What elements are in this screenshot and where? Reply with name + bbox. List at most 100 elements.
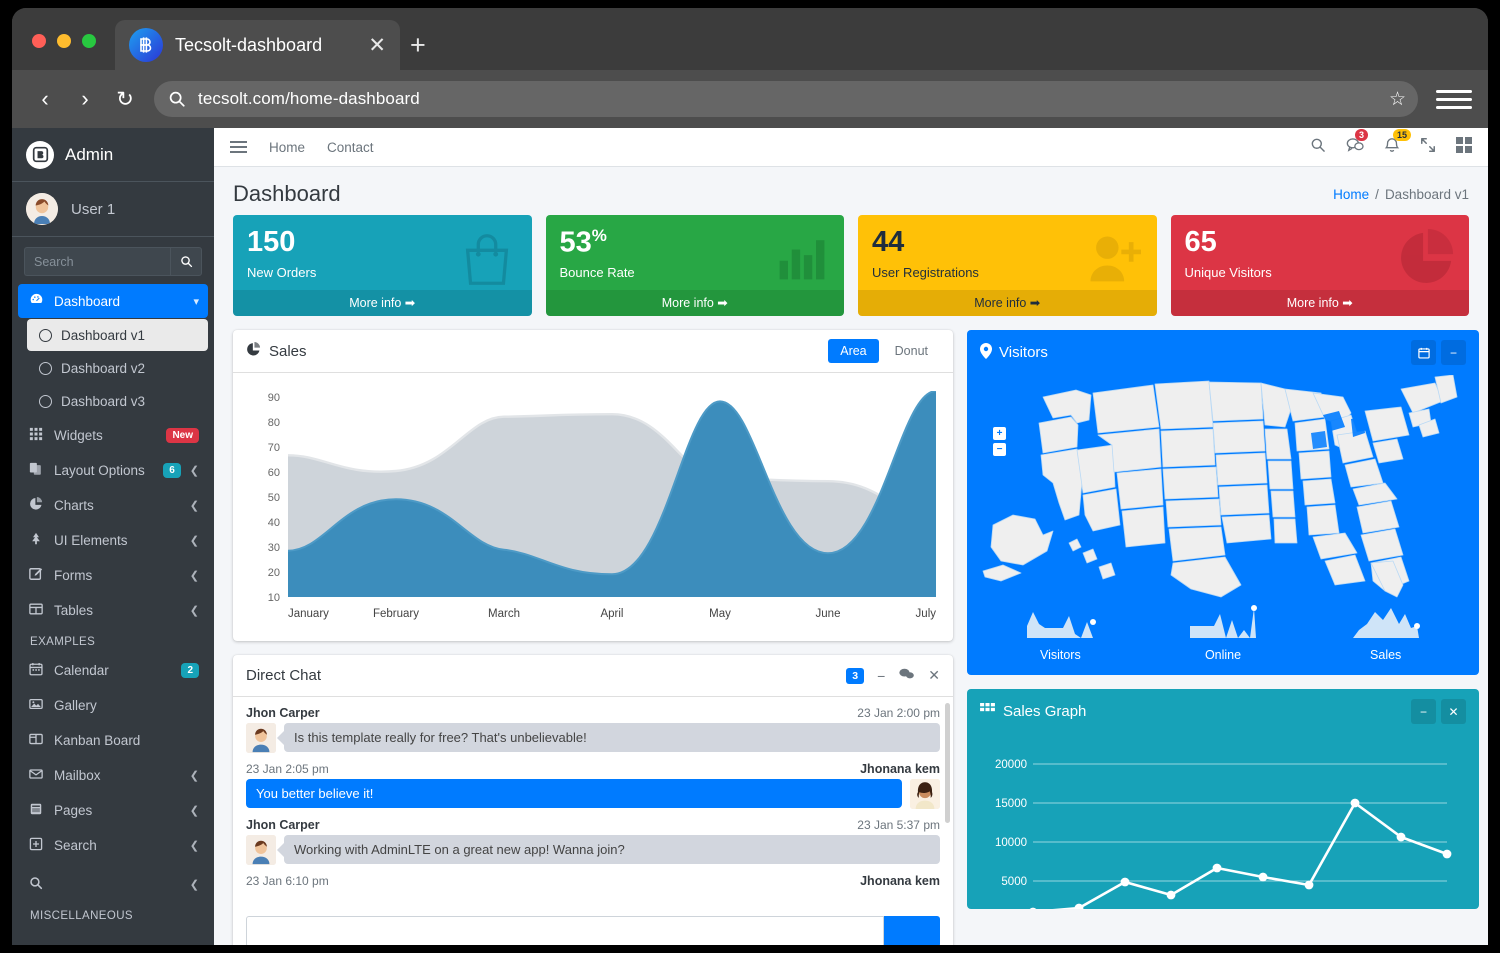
close-tab-icon[interactable]: ✕ [368, 35, 386, 56]
chevron-left-icon: ❮ [190, 604, 199, 617]
close-window-button[interactable] [32, 34, 46, 48]
more-info-label: More info [1287, 296, 1339, 310]
browser-toolbar: ‹ › ↻ tecsolt.com/home-dashboard ☆ [12, 70, 1488, 128]
circle-icon [39, 362, 52, 375]
sidebar-item-forms[interactable]: Forms ❮ [18, 558, 208, 592]
sidebar-search-row: Search [12, 237, 214, 284]
sales-card-tools: Area Donut [828, 339, 940, 363]
badge-notifications: 15 [1393, 129, 1411, 141]
chat-message: Jhon Carper 23 Jan 2:00 pm Is this templ… [246, 706, 940, 753]
direct-chat-tools: 3 − ✕ [846, 667, 940, 684]
browser-tab[interactable]: Tecsolt-dashboard ✕ [115, 20, 400, 70]
tab-area[interactable]: Area [828, 339, 878, 363]
svg-text:80: 80 [268, 417, 280, 429]
sidebar-item-extras[interactable]: Search ❮ [18, 828, 208, 862]
sidebar-submenu-dashboard: Dashboard v1 Dashboard v2 Dashboard v3 [18, 319, 208, 417]
url-text: tecsolt.com/home-dashboard [198, 89, 420, 109]
navbar-link-contact[interactable]: Contact [327, 140, 374, 155]
breadcrumb: Home / Dashboard v1 [1333, 187, 1469, 202]
calendar-icon[interactable] [1411, 340, 1436, 365]
info-box-more-link[interactable]: More info ➡ [1171, 290, 1470, 316]
sidebar-item-calendar[interactable]: Calendar 2 [18, 653, 208, 687]
chat-message-text: Working with AdminLTE on a great new app… [284, 835, 940, 864]
minus-icon[interactable]: − [1411, 699, 1436, 724]
sales-graph-line [1033, 803, 1447, 909]
info-box-new-orders: 150 New Orders More info ➡ [233, 215, 532, 316]
search-icon [180, 255, 193, 268]
browser-menu-icon[interactable] [1436, 82, 1472, 116]
reload-icon[interactable]: ↻ [108, 82, 142, 116]
minus-icon[interactable]: − [1441, 340, 1466, 365]
sidebar-item-dashboard-v3[interactable]: Dashboard v3 [27, 385, 208, 417]
chat-scrollbar[interactable] [944, 703, 951, 903]
forward-icon[interactable]: › [68, 82, 102, 116]
browser-window: Tecsolt-dashboard ✕ + ‹ › ↻ tecsolt.com/… [12, 8, 1488, 945]
sidebar-item-dashboard[interactable]: Dashboard ▾ [18, 284, 208, 318]
info-box-more-link[interactable]: More info ➡ [233, 290, 532, 316]
sidebar-search-button[interactable] [170, 247, 202, 276]
info-box-more-link[interactable]: More info ➡ [546, 290, 845, 316]
sidebar-item-layout-options[interactable]: Layout Options 6 ❮ [18, 453, 208, 487]
star-icon[interactable]: ☆ [1389, 88, 1406, 111]
address-bar[interactable]: tecsolt.com/home-dashboard ☆ [154, 81, 1418, 117]
sidebar-search-input[interactable]: Search [24, 247, 170, 276]
comments-icon[interactable]: 3 [1346, 137, 1364, 157]
sidebar-item-dashboard-v1[interactable]: Dashboard v1 [27, 319, 208, 351]
chat-message-text: You better believe it! [246, 779, 902, 808]
calendar-icon [27, 662, 45, 679]
image-icon [27, 697, 45, 714]
new-tab-icon[interactable]: + [410, 32, 426, 59]
breadcrumb-home[interactable]: Home [1333, 187, 1369, 202]
sidebar-item-gallery[interactable]: Gallery [18, 688, 208, 722]
chevron-left-icon: ❮ [190, 499, 199, 512]
columns-icon [27, 732, 45, 749]
bell-icon[interactable]: 15 [1384, 137, 1400, 158]
sidebar-item-kanban-board[interactable]: Kanban Board [18, 723, 208, 757]
sidebar-item-widgets[interactable]: Widgets New [18, 418, 208, 452]
sidebar-item-tables[interactable]: Tables ❮ [18, 593, 208, 627]
info-box-more-link[interactable]: More info ➡ [858, 290, 1157, 316]
zoom-in-button[interactable]: + [993, 427, 1006, 440]
sidebar-item-mailbox[interactable]: Mailbox ❮ [18, 758, 208, 792]
sidebar-item-search[interactable]: ❮ [18, 867, 208, 901]
sidebar-item-dashboard-v2[interactable]: Dashboard v2 [27, 352, 208, 384]
sidebar-item-label: Dashboard [54, 294, 184, 309]
avatar [246, 723, 276, 753]
info-box-label: Bounce Rate [560, 265, 831, 280]
bars-icon[interactable] [230, 141, 247, 153]
browser-tab-strip: Tecsolt-dashboard ✕ + [12, 8, 1488, 70]
breadcrumb-current: Dashboard v1 [1385, 187, 1469, 202]
close-icon[interactable]: ✕ [1441, 699, 1466, 724]
sidebar-user-panel[interactable]: User 1 [12, 182, 214, 237]
sidebar-item-label: Tables [54, 603, 181, 618]
svg-text:50: 50 [268, 492, 280, 504]
visitors-map[interactable]: + − [967, 375, 1479, 600]
expand-icon[interactable] [1420, 137, 1436, 157]
search-icon[interactable] [1310, 137, 1326, 157]
pie-chart-icon [246, 342, 261, 361]
chat-send-button[interactable] [884, 916, 940, 945]
grid-icon[interactable] [1456, 137, 1472, 157]
visitors-sparklines: Visitors Online [967, 600, 1479, 675]
minus-icon[interactable]: − [877, 668, 885, 684]
sidebar-item-label: Gallery [54, 698, 199, 713]
sidebar-item-charts[interactable]: Charts ❮ [18, 488, 208, 522]
minimize-window-button[interactable] [57, 34, 71, 48]
sidebar-item-ui-elements[interactable]: UI Elements ❮ [18, 523, 208, 557]
sidebar-brand[interactable]: Admin [12, 128, 214, 182]
close-icon[interactable]: ✕ [928, 667, 940, 684]
back-icon[interactable]: ‹ [28, 82, 62, 116]
sales-graph-title: Sales Graph [980, 703, 1086, 720]
sparkline-visitors: Visitors [979, 604, 1142, 662]
sidebar-item-pages[interactable]: Pages ❮ [18, 793, 208, 827]
navbar-link-home[interactable]: Home [269, 140, 305, 155]
comments-icon[interactable] [898, 667, 915, 684]
pie-chart-icon [27, 497, 45, 514]
sales-card-body: 908070 605040 302010 [233, 373, 953, 641]
chat-message: Jhonana kem 23 Jan 6:10 pm [246, 874, 940, 888]
chat-message-input[interactable] [246, 916, 884, 945]
tab-donut[interactable]: Donut [883, 339, 940, 363]
sidebar-header-miscellaneous: MISCELLANEOUS [18, 902, 208, 927]
zoom-out-button[interactable]: − [993, 443, 1006, 456]
maximize-window-button[interactable] [82, 34, 96, 48]
